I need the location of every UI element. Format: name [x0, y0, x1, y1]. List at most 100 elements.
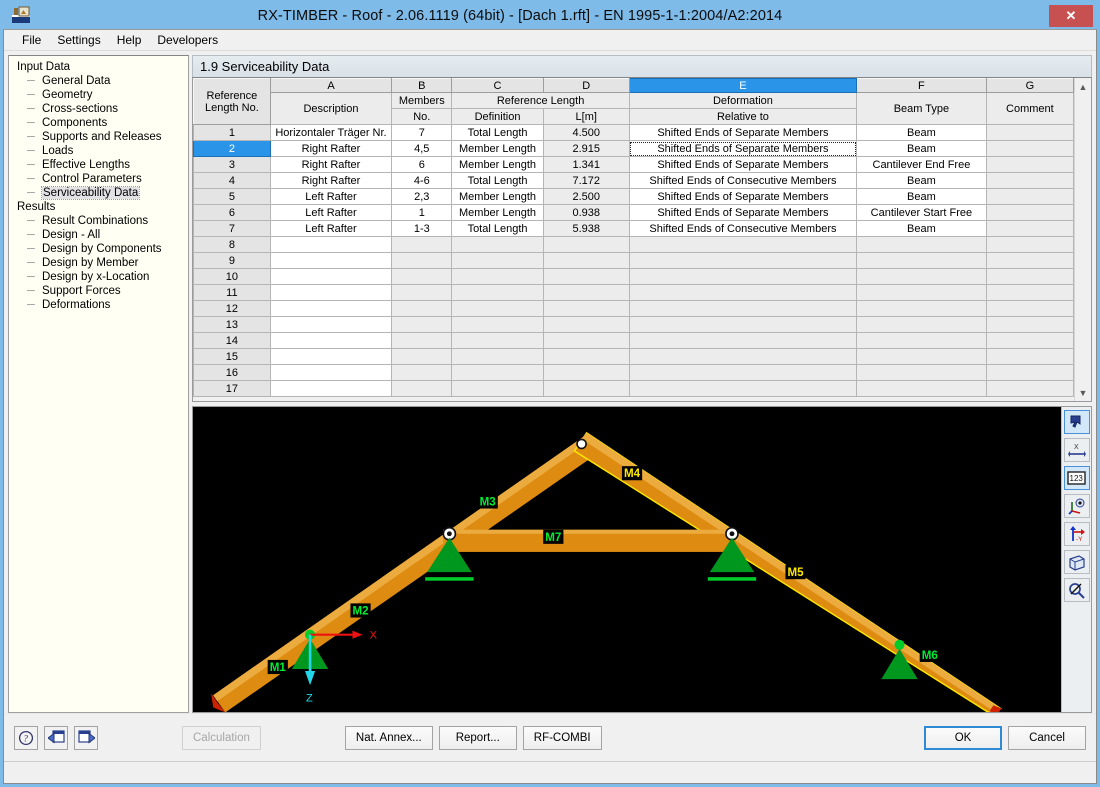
- isometric-view-icon[interactable]: [1064, 550, 1090, 574]
- calculation-button[interactable]: Calculation: [182, 726, 261, 750]
- scroll-track[interactable]: [1075, 95, 1091, 384]
- row-number-cell[interactable]: 4: [194, 173, 271, 189]
- member-label-m5[interactable]: M5: [787, 566, 804, 579]
- cell-comment[interactable]: [986, 253, 1073, 269]
- cell-length[interactable]: [543, 301, 629, 317]
- cell-members-no[interactable]: [392, 269, 452, 285]
- sidebar-item-control-parameters[interactable]: ─Control Parameters: [23, 172, 188, 186]
- cell-beam-type[interactable]: [857, 285, 987, 301]
- sidebar-item-cross-sections[interactable]: ─Cross-sections: [23, 102, 188, 116]
- cell-relative-to[interactable]: Shifted Ends of Separate Members: [629, 157, 856, 173]
- cell-description[interactable]: [270, 237, 391, 253]
- row-number-cell[interactable]: 5: [194, 189, 271, 205]
- row-number-cell[interactable]: 3: [194, 157, 271, 173]
- menu-settings[interactable]: Settings: [49, 31, 108, 49]
- cell-relative-to[interactable]: [629, 269, 856, 285]
- cell-beam-type[interactable]: [857, 381, 987, 397]
- member-label-m4[interactable]: M4: [624, 467, 641, 480]
- cell-definition[interactable]: Member Length: [452, 205, 543, 221]
- row-number-cell[interactable]: 2: [194, 141, 271, 157]
- sidebar-item-design-by-components[interactable]: ─Design by Components: [23, 242, 188, 256]
- serviceability-table[interactable]: Reference Length No. A B C D E F G: [192, 77, 1092, 402]
- cell-beam-type[interactable]: Beam: [857, 141, 987, 157]
- cell-relative-to[interactable]: [629, 365, 856, 381]
- sidebar-item-design-by-member[interactable]: ─Design by Member: [23, 256, 188, 270]
- cell-length[interactable]: [543, 237, 629, 253]
- cell-description[interactable]: Left Rafter: [270, 189, 391, 205]
- table-row[interactable]: 7Left Rafter1-3Total Length5.938Shifted …: [194, 221, 1074, 237]
- sidebar-item-geometry[interactable]: ─Geometry: [23, 88, 188, 102]
- cell-comment[interactable]: [986, 173, 1073, 189]
- column-letter-f[interactable]: F: [857, 79, 987, 93]
- column-letter-g[interactable]: G: [986, 79, 1073, 93]
- sidebar-item-design-all[interactable]: ─Design - All: [23, 228, 188, 242]
- tree-group-results[interactable]: Results: [13, 200, 188, 214]
- cell-definition[interactable]: [452, 237, 543, 253]
- cell-definition[interactable]: [452, 285, 543, 301]
- sidebar-item-design-by-x-location[interactable]: ─Design by x-Location: [23, 270, 188, 284]
- cell-relative-to[interactable]: Shifted Ends of Consecutive Members: [629, 173, 856, 189]
- menu-file[interactable]: File: [14, 31, 49, 49]
- cell-definition[interactable]: Total Length: [452, 173, 543, 189]
- cell-members-no[interactable]: [392, 285, 452, 301]
- table-row[interactable]: 4Right Rafter4-6Total Length7.172Shifted…: [194, 173, 1074, 189]
- cell-members-no[interactable]: 4,5: [392, 141, 452, 157]
- cell-definition[interactable]: Member Length: [452, 157, 543, 173]
- cell-beam-type[interactable]: [857, 269, 987, 285]
- table-row[interactable]: 17: [194, 381, 1074, 397]
- grid-area[interactable]: Reference Length No. A B C D E F G: [193, 78, 1074, 401]
- cell-beam-type[interactable]: Beam: [857, 125, 987, 141]
- sidebar-item-serviceability-data[interactable]: ─Serviceability Data: [23, 186, 188, 200]
- cell-description[interactable]: Right Rafter: [270, 141, 391, 157]
- row-number-cell[interactable]: 17: [194, 381, 271, 397]
- cell-comment[interactable]: [986, 301, 1073, 317]
- table-row[interactable]: 13: [194, 317, 1074, 333]
- table-row[interactable]: 9: [194, 253, 1074, 269]
- cell-comment[interactable]: [986, 381, 1073, 397]
- row-number-cell[interactable]: 16: [194, 365, 271, 381]
- cell-relative-to[interactable]: [629, 381, 856, 397]
- table-row[interactable]: 15: [194, 349, 1074, 365]
- cell-beam-type[interactable]: [857, 317, 987, 333]
- cell-relative-to[interactable]: Shifted Ends of Separate Members: [629, 205, 856, 221]
- row-number-cell[interactable]: 13: [194, 317, 271, 333]
- row-number-cell[interactable]: 9: [194, 253, 271, 269]
- cell-description[interactable]: Right Rafter: [270, 157, 391, 173]
- axis-y-icon[interactable]: -Y: [1064, 522, 1090, 546]
- cell-relative-to[interactable]: [629, 301, 856, 317]
- cell-description[interactable]: [270, 317, 391, 333]
- member-label-m1[interactable]: M1: [270, 661, 287, 674]
- sidebar-item-result-combinations[interactable]: ─Result Combinations: [23, 214, 188, 228]
- cell-comment[interactable]: [986, 285, 1073, 301]
- model-viewport[interactable]: X Z M1 M2: [193, 407, 1061, 712]
- cell-length[interactable]: [543, 269, 629, 285]
- row-header-corner[interactable]: Reference Length No.: [194, 79, 271, 125]
- cell-comment[interactable]: [986, 189, 1073, 205]
- table-row[interactable]: 8: [194, 237, 1074, 253]
- table-row[interactable]: 14: [194, 333, 1074, 349]
- cell-length[interactable]: [543, 317, 629, 333]
- cell-relative-to[interactable]: [629, 349, 856, 365]
- tie-beam-group[interactable]: [443, 530, 736, 552]
- cell-definition[interactable]: [452, 333, 543, 349]
- cell-length[interactable]: 5.938: [543, 221, 629, 237]
- menu-help[interactable]: Help: [109, 31, 150, 49]
- cell-relative-to[interactable]: [629, 285, 856, 301]
- select-render-mode-icon[interactable]: [1064, 410, 1090, 434]
- cell-members-no[interactable]: [392, 365, 452, 381]
- scroll-down-button[interactable]: ▼: [1075, 384, 1091, 401]
- cell-relative-to[interactable]: Shifted Ends of Consecutive Members: [629, 221, 856, 237]
- column-letter-b[interactable]: B: [392, 79, 452, 93]
- row-number-cell[interactable]: 7: [194, 221, 271, 237]
- help-question-icon[interactable]: ?: [14, 726, 38, 750]
- cell-relative-to[interactable]: [629, 317, 856, 333]
- cell-description[interactable]: [270, 301, 391, 317]
- grid-body[interactable]: 1Horizontaler Träger Nr.7Total Length4.5…: [194, 125, 1074, 397]
- cell-members-no[interactable]: 1: [392, 205, 452, 221]
- row-number-cell[interactable]: 15: [194, 349, 271, 365]
- table-row[interactable]: 3Right Rafter6Member Length1.341Shifted …: [194, 157, 1074, 173]
- cell-members-no[interactable]: 7: [392, 125, 452, 141]
- cell-beam-type[interactable]: Beam: [857, 221, 987, 237]
- member-label-m6[interactable]: M6: [922, 649, 939, 662]
- ok-button[interactable]: OK: [924, 726, 1002, 750]
